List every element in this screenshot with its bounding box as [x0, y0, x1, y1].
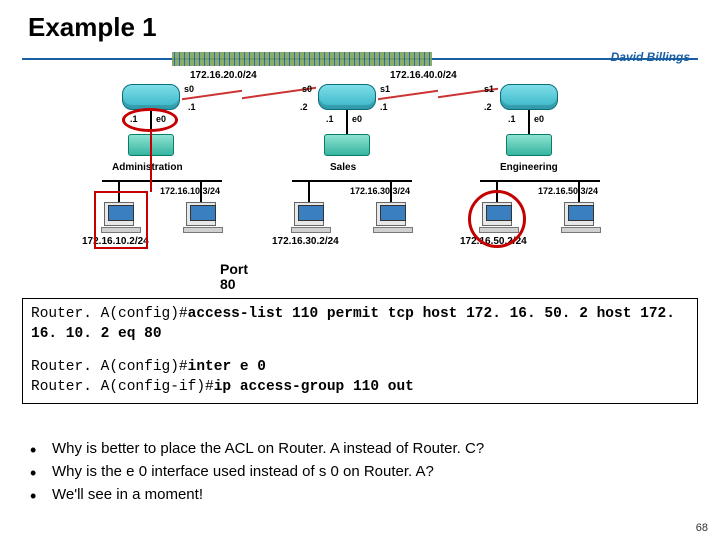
ip-b-r: .1	[380, 102, 388, 112]
cmd-line-3: Router. A(config-if)#ip access-group 110…	[31, 378, 689, 398]
bullet-1: Why is better to place the ACL on Router…	[30, 440, 690, 457]
host-b	[294, 202, 324, 226]
host-b-ip: 172.16.30.2/24	[272, 236, 339, 247]
router-b: RouterB	[318, 84, 376, 110]
highlight-e0	[122, 108, 178, 132]
switch-c	[506, 134, 552, 156]
cli-commands: Router. A(config)#access-list 110 permit…	[22, 298, 698, 404]
router-c: RouterC	[500, 84, 558, 110]
author-label: David Billings	[611, 50, 690, 64]
port-b-s0: s0	[302, 84, 312, 94]
cmd-line-1: Router. A(config)#access-list 110 permit…	[31, 305, 689, 344]
subnet-c: 172.16.50.3/24	[538, 186, 598, 196]
slide-title: Example 1	[28, 12, 157, 43]
switch-b	[324, 134, 370, 156]
ip-a-r: .1	[188, 102, 196, 112]
ip-b-l: .2	[300, 102, 308, 112]
label-sales: Sales	[330, 162, 356, 173]
eth-c: e0	[534, 114, 544, 124]
ip-b-e: .1	[326, 114, 334, 124]
port-80-label: Port 80	[220, 262, 248, 293]
label-admin: Administration	[112, 162, 183, 173]
host-a2	[186, 202, 216, 226]
cmd-line-2: Router. A(config)#inter e 0	[31, 358, 689, 378]
router-a: RouterA	[122, 84, 180, 110]
bullet-3: We'll see in a moment!	[30, 486, 690, 503]
port-c-s1: s1	[484, 84, 494, 94]
host-c2	[564, 202, 594, 226]
ip-c-l: .2	[484, 102, 492, 112]
subnet-ab: 172.16.20.0/24	[190, 70, 257, 81]
title-rule	[22, 52, 698, 66]
port-b-s1: s1	[380, 84, 390, 94]
label-eng: Engineering	[500, 162, 558, 173]
highlight-host-a	[94, 191, 148, 249]
ip-c-e: .1	[508, 114, 516, 124]
bullet-2: Why is the e 0 interface used instead of…	[30, 463, 690, 480]
port-a-s0: s0	[184, 84, 194, 94]
network-diagram: 172.16.20.0/24 172.16.40.0/24 RouterA Ro…	[60, 72, 650, 272]
eth-b: e0	[352, 114, 362, 124]
subnet-a: 172.16.10.3/24	[160, 186, 220, 196]
subnet-bc: 172.16.40.0/24	[390, 70, 457, 81]
highlight-host-c	[468, 190, 526, 248]
highlight-line	[150, 132, 152, 192]
subnet-b: 172.16.30.3/24	[350, 186, 410, 196]
host-b2	[376, 202, 406, 226]
question-bullets: Why is better to place the ACL on Router…	[30, 440, 690, 509]
page-number: 68	[696, 522, 708, 534]
